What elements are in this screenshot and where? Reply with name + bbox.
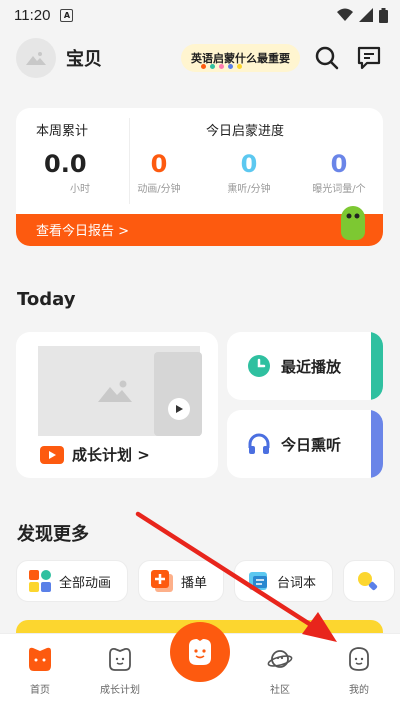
cell-signal-icon bbox=[359, 8, 373, 22]
week-total-value: 0.0 bbox=[44, 150, 87, 178]
stat-vocab: 0 曝光词量/个 bbox=[299, 150, 379, 195]
promo-dot bbox=[219, 64, 224, 69]
tab-label: 成长计划 bbox=[100, 685, 140, 696]
search-button[interactable] bbox=[312, 43, 342, 73]
promo-dot bbox=[210, 64, 215, 69]
chip-label: 台词本 bbox=[277, 575, 317, 591]
growth-plan-label: 成长计划 > bbox=[72, 446, 150, 464]
chip-more[interactable] bbox=[343, 560, 396, 602]
message-icon bbox=[357, 46, 381, 70]
profile-icon bbox=[349, 647, 369, 671]
status-time: 11:20 bbox=[14, 6, 51, 24]
tab-growth-plan[interactable]: 成长计划 bbox=[90, 646, 150, 696]
message-button[interactable] bbox=[354, 43, 384, 73]
chip-script-book[interactable]: 台词本 bbox=[234, 560, 334, 602]
battery-icon bbox=[379, 7, 388, 23]
discover-chips: 全部动画 播单 台词本 bbox=[16, 560, 400, 604]
card-accent bbox=[371, 410, 383, 478]
image-placeholder-icon bbox=[98, 380, 132, 402]
today-listen-label: 今日熏听 bbox=[281, 435, 342, 454]
chip-playlist[interactable]: 播单 bbox=[138, 560, 225, 602]
playlist-icon bbox=[151, 570, 174, 592]
header: 宝贝 英语启蒙什么最重要 bbox=[16, 38, 384, 78]
promo-dot bbox=[201, 64, 206, 69]
discover-section-title: 发现更多 bbox=[17, 524, 89, 545]
stat-label: 曝光词量/个 bbox=[312, 184, 366, 195]
view-report-label: 查看今日报告 > bbox=[36, 224, 130, 239]
clock-icon bbox=[248, 355, 270, 377]
tab-label: 社区 bbox=[270, 685, 290, 696]
stat-value: 0 bbox=[330, 150, 348, 178]
recent-play-label: 最近播放 bbox=[281, 357, 342, 376]
video-stack bbox=[154, 352, 202, 436]
planet-icon bbox=[267, 650, 293, 668]
today-progress-title: 今日启蒙进度 bbox=[206, 124, 285, 139]
stat-listening: 0 熏听/分钟 bbox=[209, 150, 289, 195]
search-shape-icon bbox=[358, 572, 378, 591]
center-play-icon bbox=[189, 639, 211, 665]
tab-home[interactable]: 首页 bbox=[10, 646, 70, 696]
play-button[interactable] bbox=[168, 398, 190, 420]
status-right-icons bbox=[337, 7, 388, 23]
stat-animation: 0 动画/分钟 bbox=[119, 150, 199, 195]
week-total-unit: 小时 bbox=[70, 184, 90, 195]
headphones-icon bbox=[248, 433, 270, 454]
recent-play-card[interactable]: 最近播放 bbox=[227, 332, 383, 400]
growth-plan-card[interactable]: 成长计划 > bbox=[16, 332, 218, 478]
growth-plan-link[interactable]: 成长计划 > bbox=[40, 444, 150, 465]
tab-community[interactable]: 社区 bbox=[250, 646, 310, 696]
search-icon bbox=[315, 46, 339, 70]
play-badge-icon bbox=[40, 445, 64, 464]
status-bar: 11:20 A bbox=[0, 0, 400, 30]
center-play-button[interactable] bbox=[170, 622, 230, 682]
today-section-title: Today bbox=[17, 289, 76, 310]
promo-dot bbox=[237, 64, 242, 69]
view-report-link[interactable]: 查看今日报告 > bbox=[16, 214, 383, 246]
week-total-title: 本周累计 bbox=[36, 124, 89, 139]
growth-icon bbox=[109, 647, 131, 671]
mountain-image-icon bbox=[26, 52, 46, 65]
today-listen-card[interactable]: 今日熏听 bbox=[227, 410, 383, 478]
mascot-icon bbox=[341, 206, 365, 240]
stat-value: 0 bbox=[150, 150, 168, 178]
card-accent bbox=[371, 332, 383, 400]
notification-a-icon: A bbox=[60, 8, 74, 22]
chip-all-animation[interactable]: 全部动画 bbox=[16, 560, 129, 602]
promo-pill[interactable]: 英语启蒙什么最重要 bbox=[181, 44, 300, 72]
stat-label: 熏听/分钟 bbox=[227, 184, 271, 195]
wifi-icon bbox=[337, 8, 353, 21]
promo-dots bbox=[201, 64, 242, 69]
stats-card: 本周累计 0.0 小时 今日启蒙进度 0 动画/分钟 0 熏听/分钟 0 曝光词… bbox=[16, 108, 383, 246]
stat-value: 0 bbox=[240, 150, 258, 178]
tab-profile[interactable]: 我的 bbox=[329, 646, 389, 696]
stat-label: 动画/分钟 bbox=[137, 184, 181, 195]
avatar[interactable] bbox=[16, 38, 56, 78]
grid-icon bbox=[29, 570, 51, 592]
play-icon bbox=[176, 405, 183, 413]
script-book-icon bbox=[249, 572, 268, 590]
username[interactable]: 宝贝 bbox=[66, 45, 102, 71]
tab-label: 首页 bbox=[30, 685, 50, 696]
promo-dot bbox=[228, 64, 233, 69]
home-icon bbox=[29, 647, 51, 671]
tab-label: 我的 bbox=[349, 685, 369, 696]
chip-label: 播单 bbox=[181, 575, 208, 591]
chip-label: 全部动画 bbox=[59, 575, 112, 591]
